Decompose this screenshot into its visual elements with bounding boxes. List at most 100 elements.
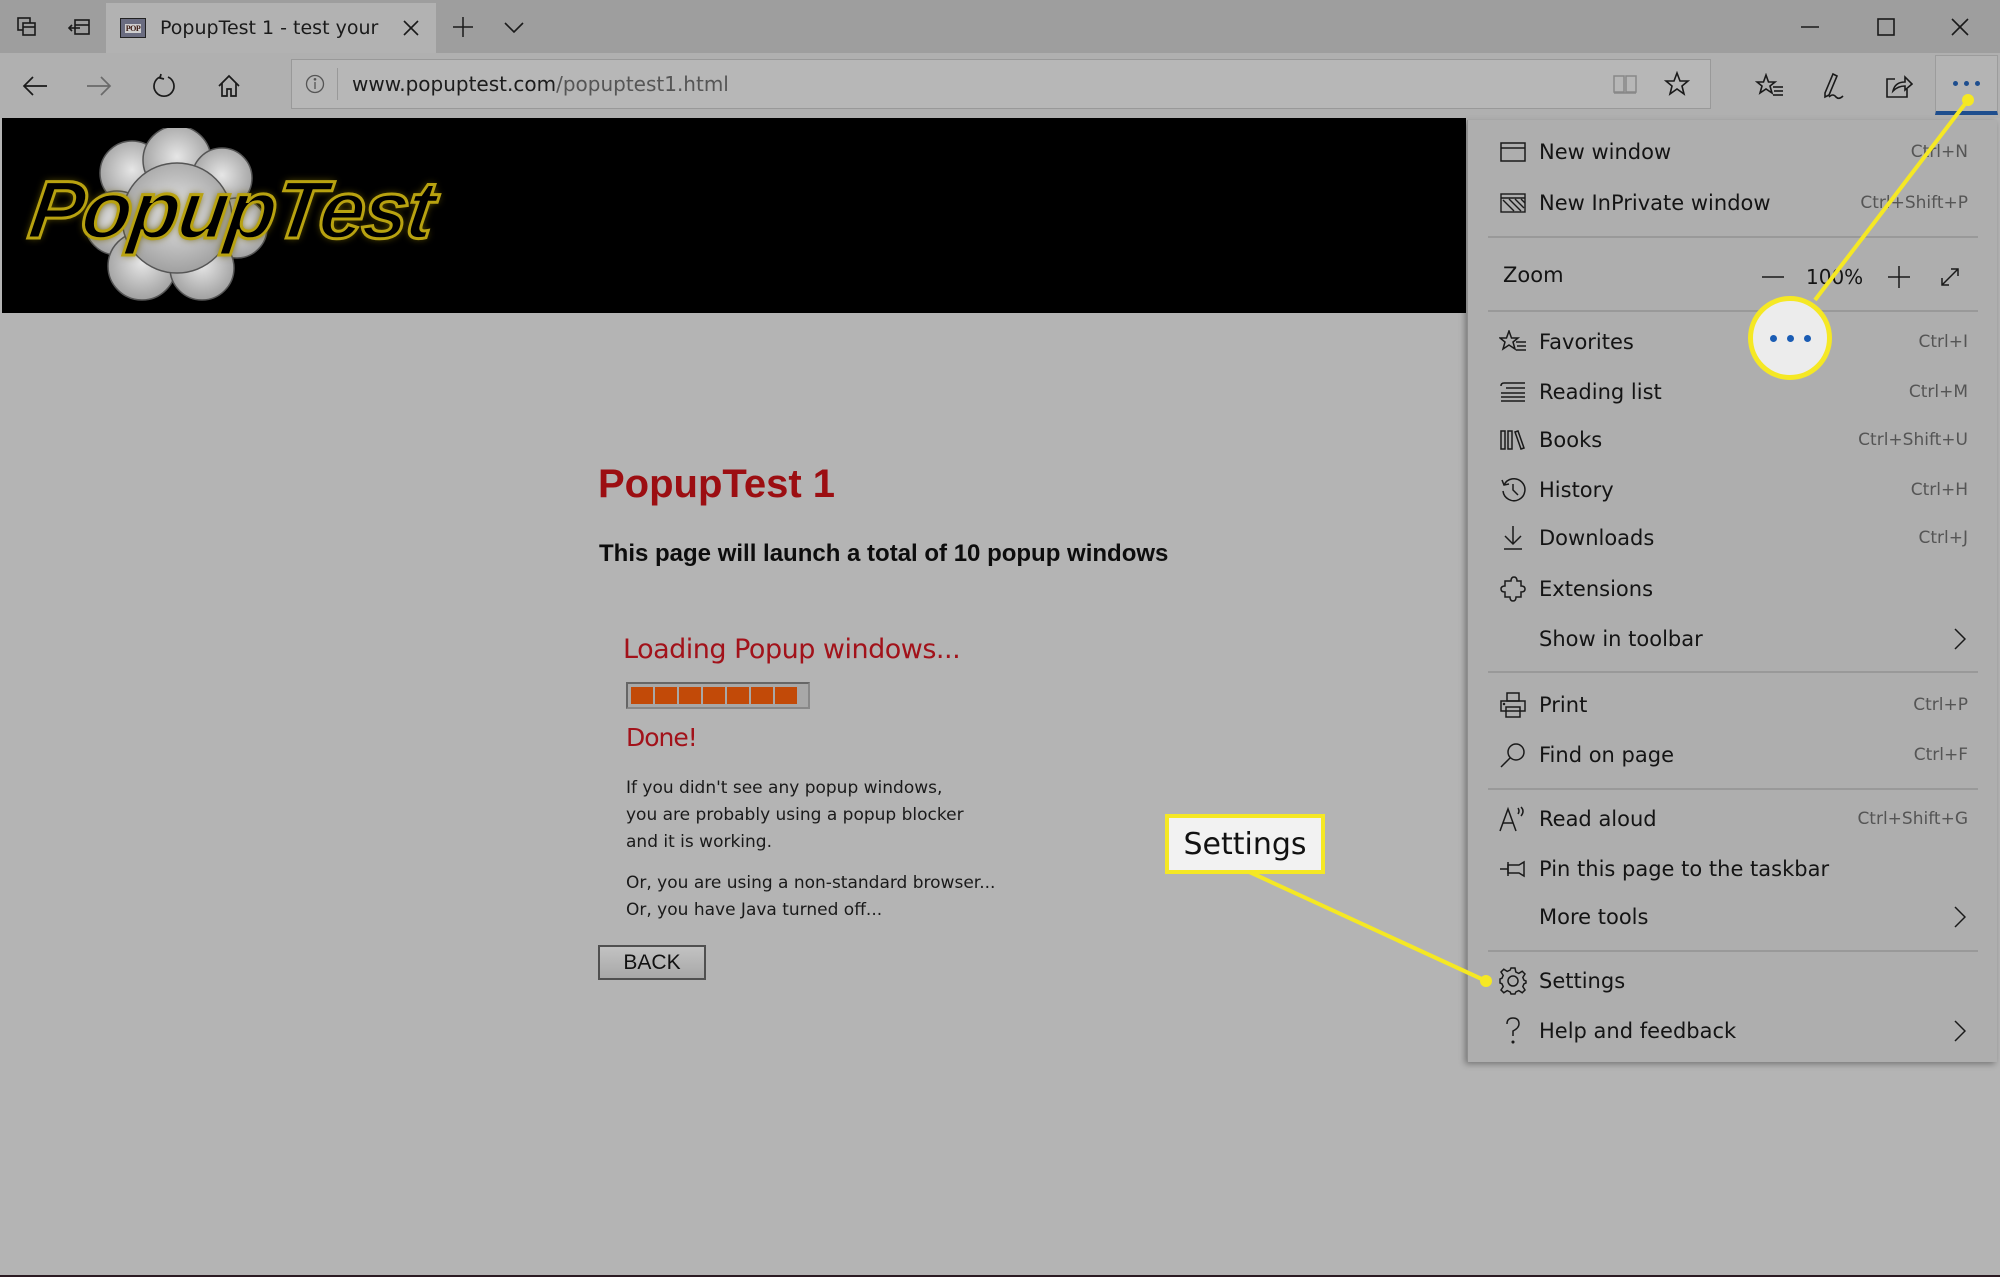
maximize-icon[interactable]	[1856, 6, 1916, 48]
refresh-icon[interactable]	[141, 63, 187, 109]
tab-actions-icon[interactable]	[10, 10, 44, 44]
info-icon[interactable]	[292, 68, 338, 100]
chevron-right-icon	[1950, 1016, 1970, 1046]
tab-title: PopupTest 1 - test your	[160, 17, 379, 39]
dot	[1786, 334, 1794, 342]
page-subtitle: This page will launch a total of 10 popu…	[599, 540, 1169, 567]
menu-label: History	[1539, 478, 1614, 502]
info-paragraph-2: Or, you are using a non-standard browser…	[626, 870, 995, 924]
address-bar[interactable]: www.popuptest.com/popuptest1.html	[291, 59, 1711, 109]
zoom-value: 100%	[1806, 265, 1864, 289]
menu-label: Help and feedback	[1539, 1019, 1737, 1043]
menu-item-more-tools[interactable]: More tools	[1468, 893, 1998, 941]
menu-item-find-on-page[interactable]: Find on page Ctrl+F	[1468, 731, 1998, 779]
menu-item-downloads[interactable]: Downloads Ctrl+J	[1468, 514, 1998, 562]
progress-segment	[751, 687, 773, 704]
set-aside-tabs-icon[interactable]	[62, 10, 96, 44]
home-icon[interactable]	[206, 63, 252, 109]
menu-item-history[interactable]: History Ctrl+H	[1468, 466, 1998, 514]
menu-item-read-aloud[interactable]: Read aloud Ctrl+Shift+G	[1468, 795, 1998, 843]
download-icon	[1498, 523, 1528, 553]
close-icon[interactable]	[1930, 6, 1990, 48]
back-button[interactable]: BACK	[598, 945, 706, 980]
pin-icon	[1498, 854, 1528, 884]
chevron-right-icon	[1950, 902, 1970, 932]
forward-arrow-icon[interactable]	[76, 63, 122, 109]
menu-label: Show in toolbar	[1539, 627, 1703, 651]
dot	[1953, 81, 1958, 86]
reading-view-icon[interactable]	[1602, 60, 1648, 108]
menu-shortcut: Ctrl+Shift+G	[1857, 809, 1968, 829]
menu-divider	[1488, 310, 1978, 312]
settings-more-menu: New window Ctrl+N New InPrivate window C…	[1467, 120, 1997, 1062]
more-button-magnifier-callout	[1748, 296, 1832, 380]
share-icon[interactable]	[1876, 63, 1922, 109]
menu-shortcut: Ctrl+I	[1918, 332, 1968, 352]
menu-shortcut: Ctrl+J	[1918, 528, 1968, 548]
progress-bar	[626, 682, 810, 709]
star-icon[interactable]	[1654, 60, 1700, 108]
menu-divider	[1488, 950, 1978, 952]
menu-item-settings[interactable]: Settings	[1468, 957, 1998, 1005]
menu-item-extensions[interactable]: Extensions	[1468, 565, 1998, 613]
settings-callout-label: Settings	[1165, 814, 1325, 874]
pen-icon[interactable]	[1811, 63, 1857, 109]
info-paragraph-1: If you didn't see any popup windows, you…	[626, 775, 964, 856]
site-logo[interactable]: PopupTest	[22, 128, 441, 308]
tab-active[interactable]: POP PopupTest 1 - test your	[106, 3, 436, 53]
paragraph-line: If you didn't see any popup windows,	[626, 778, 943, 798]
menu-label: Print	[1539, 693, 1588, 717]
favorites-list-icon[interactable]	[1747, 63, 1793, 109]
menu-shortcut: Ctrl+Shift+U	[1858, 430, 1968, 450]
zoom-row: Zoom 100%	[1468, 253, 1998, 301]
done-status: Done!	[626, 723, 698, 752]
dot	[1975, 81, 1980, 86]
reading-list-icon	[1498, 377, 1528, 407]
menu-shortcut: Ctrl+P	[1913, 695, 1968, 715]
chevron-down-icon[interactable]	[497, 10, 531, 44]
search-icon	[1498, 740, 1528, 770]
menu-label: More tools	[1539, 905, 1649, 929]
menu-item-reading-list[interactable]: Reading list Ctrl+M	[1468, 368, 1998, 416]
zoom-in-button[interactable]	[1879, 257, 1919, 297]
progress-segment	[775, 687, 797, 704]
progress-segment	[727, 687, 749, 704]
menu-label: Settings	[1539, 969, 1626, 993]
minimize-icon[interactable]	[1780, 6, 1840, 48]
print-icon	[1498, 690, 1528, 720]
paragraph-line: and it is working.	[626, 832, 772, 852]
dot	[1964, 81, 1969, 86]
gear-icon	[1498, 966, 1528, 996]
question-icon	[1498, 1016, 1528, 1046]
menu-item-show-in-toolbar[interactable]: Show in toolbar	[1468, 615, 1998, 663]
menu-item-print[interactable]: Print Ctrl+P	[1468, 681, 1998, 729]
chevron-right-icon	[1950, 624, 1970, 654]
menu-label: Pin this page to the taskbar	[1539, 857, 1830, 881]
menu-item-books[interactable]: Books Ctrl+Shift+U	[1468, 416, 1998, 464]
fullscreen-icon[interactable]	[1930, 257, 1970, 297]
plus-icon[interactable]	[446, 10, 480, 44]
zoom-out-button[interactable]	[1753, 257, 1793, 297]
tab-bar: POP PopupTest 1 - test your	[0, 0, 2000, 53]
menu-label: Reading list	[1539, 380, 1662, 404]
paragraph-line: you are probably using a popup blocker	[626, 805, 964, 825]
favorites-icon	[1498, 327, 1528, 357]
menu-divider	[1488, 788, 1978, 790]
menu-item-new-window[interactable]: New window Ctrl+N	[1468, 128, 1998, 176]
back-arrow-icon[interactable]	[12, 63, 58, 109]
menu-item-favorites[interactable]: Favorites Ctrl+I	[1468, 318, 1998, 366]
progress-segment	[703, 687, 725, 704]
menu-item-new-inprivate-window[interactable]: New InPrivate window Ctrl+Shift+P	[1468, 179, 1998, 227]
menu-item-pin-to-taskbar[interactable]: Pin this page to the taskbar	[1468, 845, 1998, 893]
url-text[interactable]: www.popuptest.com/popuptest1.html	[352, 72, 729, 96]
menu-divider	[1488, 236, 1978, 238]
menu-item-help-and-feedback[interactable]: Help and feedback	[1468, 1007, 1998, 1055]
url-domain: www.popuptest.com	[352, 72, 557, 96]
menu-label: Read aloud	[1539, 807, 1657, 831]
history-icon	[1498, 475, 1528, 505]
toolbar: www.popuptest.com/popuptest1.html	[0, 53, 2000, 118]
new-window-icon	[1498, 137, 1528, 167]
browser-window: POP PopupTest 1 - test your www.popuptes…	[0, 0, 2000, 1275]
close-tab-icon[interactable]	[396, 13, 426, 43]
more-dots-icon[interactable]	[1935, 55, 1998, 115]
